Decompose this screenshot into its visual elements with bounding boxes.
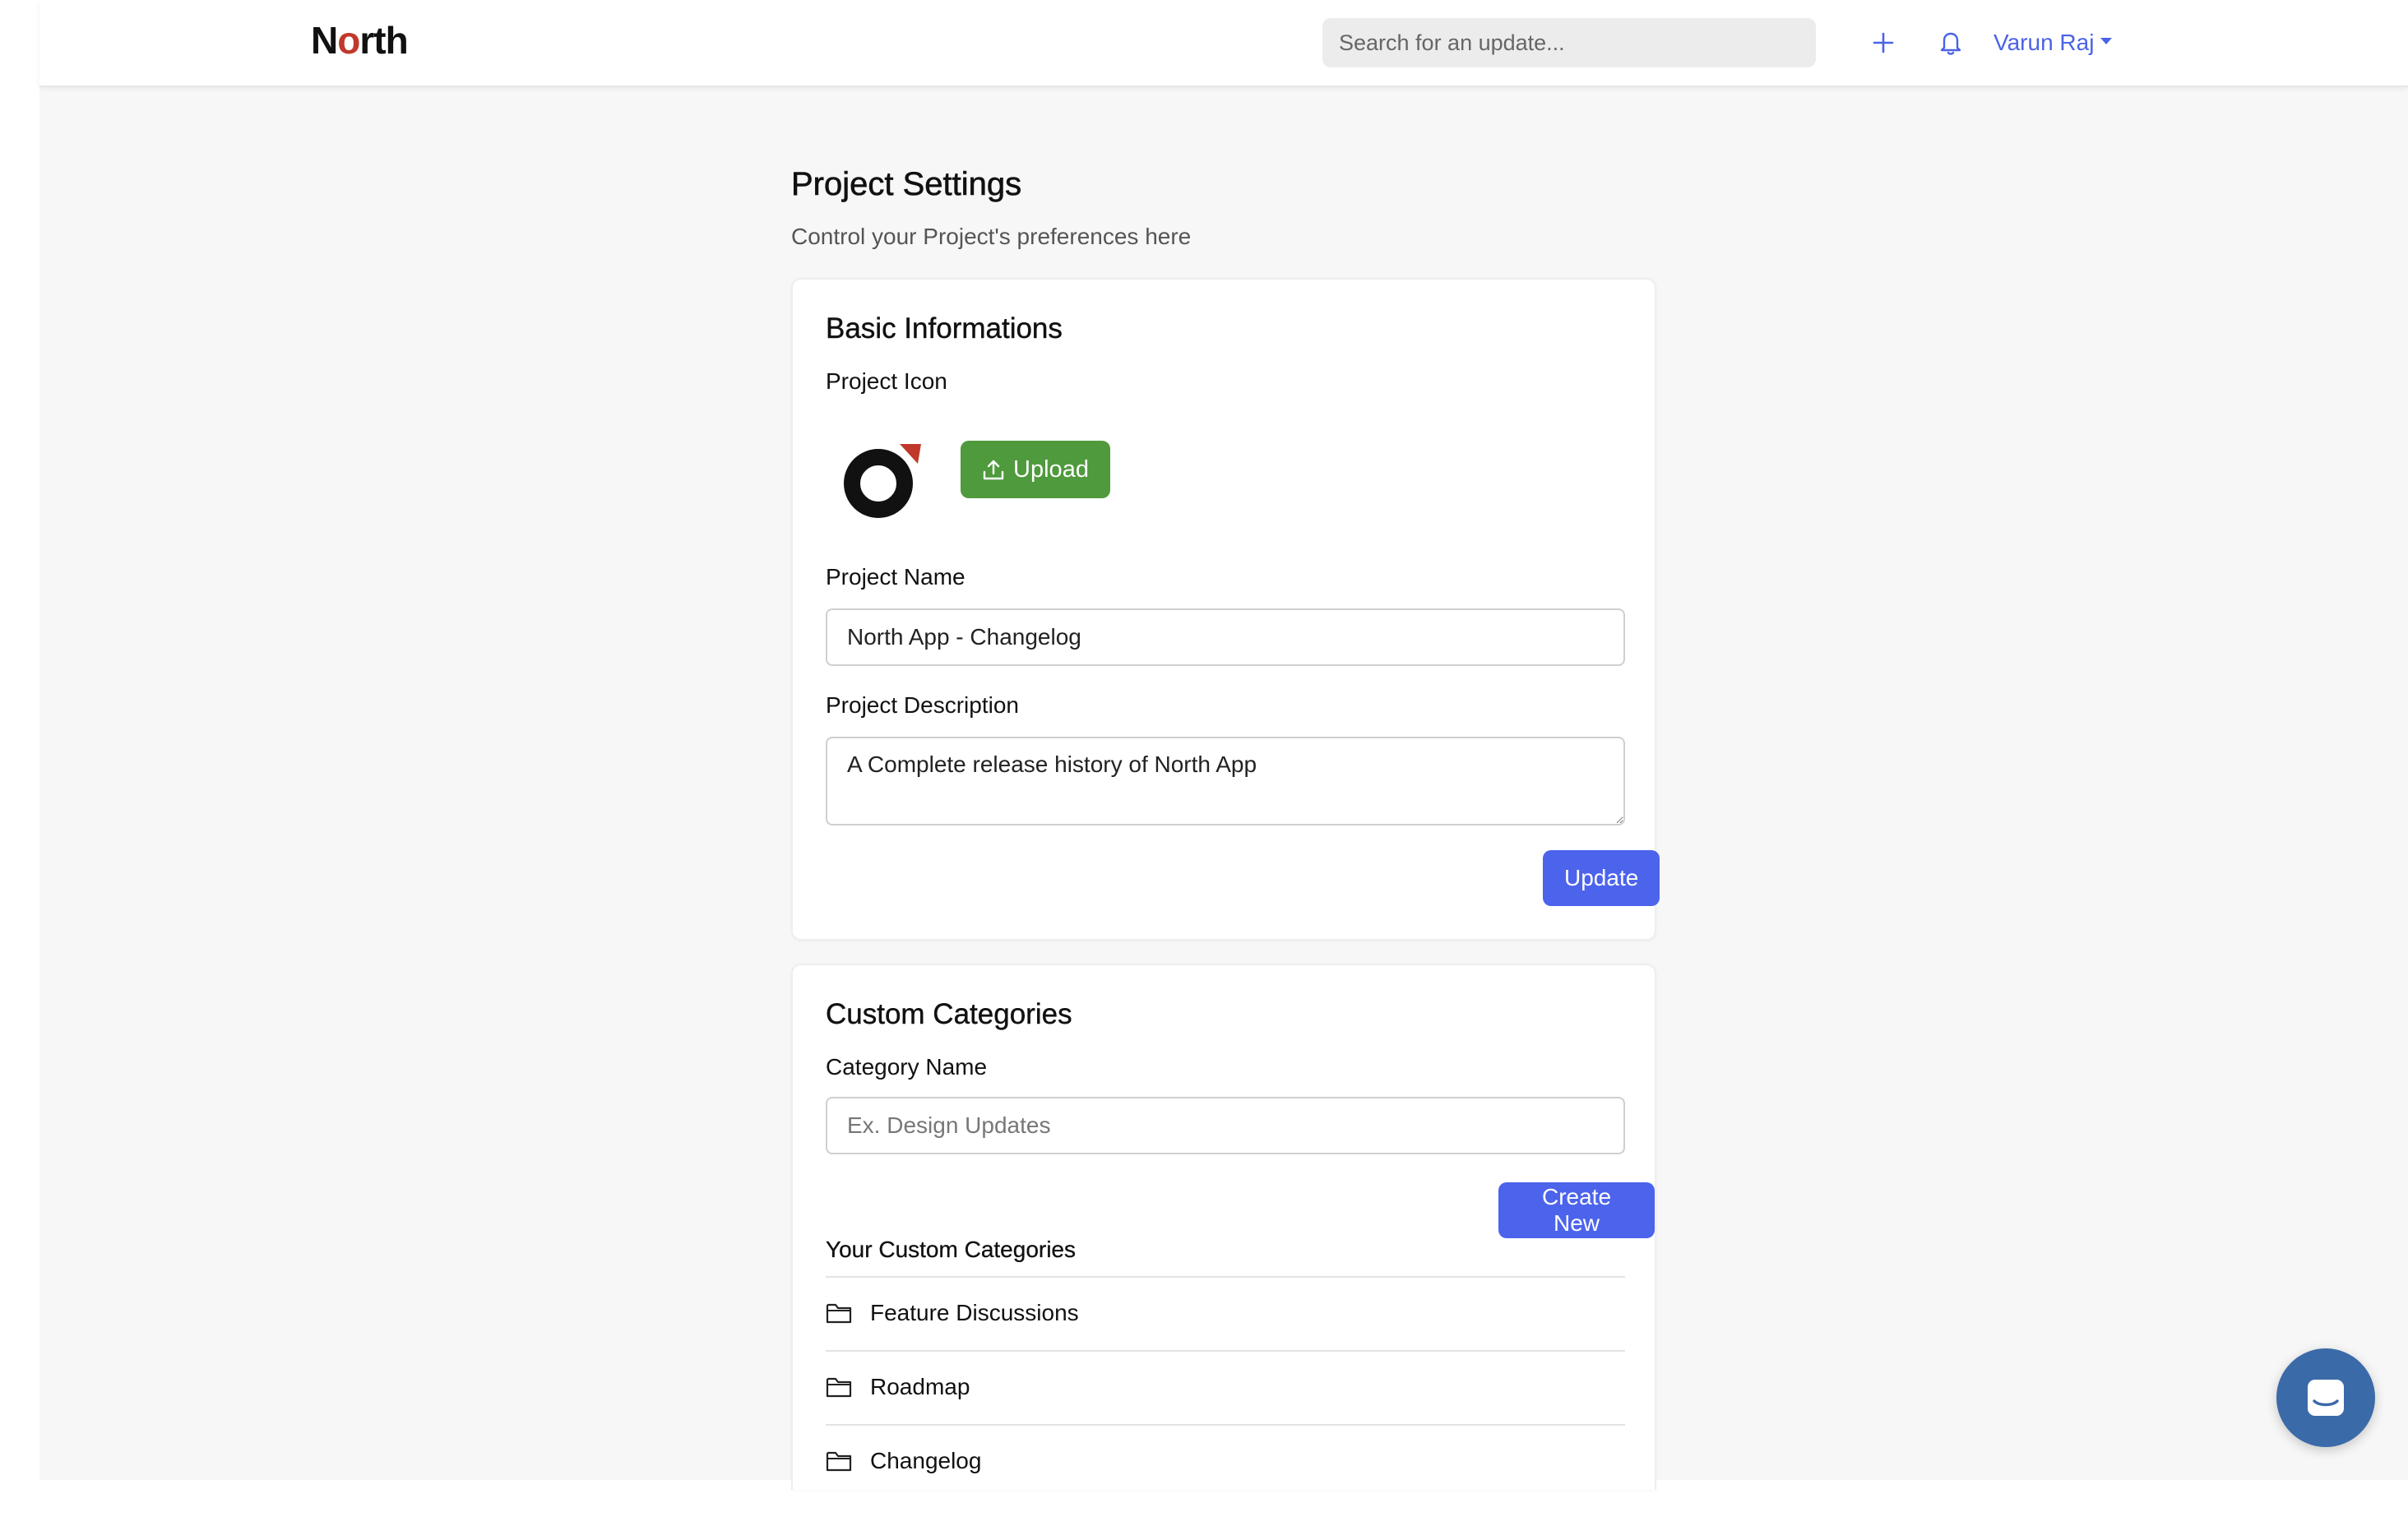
logo-text-suffix: rth (359, 19, 408, 62)
custom-categories-title: Custom Categories (826, 998, 1072, 1030)
category-item-changelog[interactable]: Changelog (826, 1424, 1625, 1496)
project-name-label: Project Name (826, 564, 966, 590)
project-description-label: Project Description (826, 692, 1019, 718)
upload-icon (983, 460, 1004, 480)
upload-button[interactable]: Upload (961, 441, 1110, 498)
custom-categories-list-title: Your Custom Categories (826, 1237, 1077, 1262)
category-name-input[interactable] (826, 1097, 1625, 1154)
top-navbar: North Varun Raj (39, 0, 2408, 87)
plus-icon (1873, 32, 1894, 53)
project-logo-icon (844, 444, 921, 518)
category-item-roadmap[interactable]: Roadmap (826, 1350, 1625, 1422)
basic-info-card: Basic Informations Project Icon Upload P… (791, 278, 1660, 941)
folder-icon (826, 1451, 852, 1472)
custom-categories-card: Custom Categories Category Name Create N… (791, 964, 1656, 1490)
upload-label: Upload (1013, 455, 1089, 483)
category-item-label: Feature Discussions (870, 1300, 1079, 1325)
category-item-feature-discussions[interactable]: Feature Discussions (826, 1276, 1625, 1348)
page-subtitle: Control your Project's preferences here (791, 224, 1192, 249)
user-name: Varun Raj (1994, 30, 2095, 55)
category-name-label: Category Name (826, 1054, 988, 1080)
search-input[interactable] (1322, 18, 1816, 67)
folder-icon (826, 1303, 852, 1324)
chevron-down-icon (2100, 38, 2113, 44)
create-new-button[interactable]: Create New (1498, 1182, 1655, 1238)
logo-text-o: o (337, 19, 360, 62)
category-item-label: Roadmap (870, 1374, 970, 1399)
project-icon-label: Project Icon (826, 368, 947, 394)
project-description-textarea[interactable]: A Complete release history of North App (826, 737, 1625, 825)
logo-text-prefix: N (311, 19, 338, 62)
add-button[interactable] (1864, 23, 1903, 62)
notifications-button[interactable] (1931, 23, 1970, 62)
chat-widget-button[interactable] (2276, 1348, 2375, 1447)
bell-icon (1940, 32, 1961, 55)
category-item-label: Changelog (870, 1448, 982, 1473)
north-logo[interactable]: North (311, 18, 409, 62)
user-menu[interactable]: Varun Raj (1994, 25, 2113, 61)
chat-icon (2308, 1380, 2344, 1416)
basic-info-title: Basic Informations (826, 312, 1063, 345)
project-name-input[interactable] (826, 608, 1625, 666)
page-title: Project Settings (791, 166, 1022, 203)
update-button[interactable]: Update (1543, 850, 1660, 906)
app-frame: North Varun Raj Project Settings Control… (39, 0, 2408, 1490)
folder-icon (826, 1377, 852, 1398)
